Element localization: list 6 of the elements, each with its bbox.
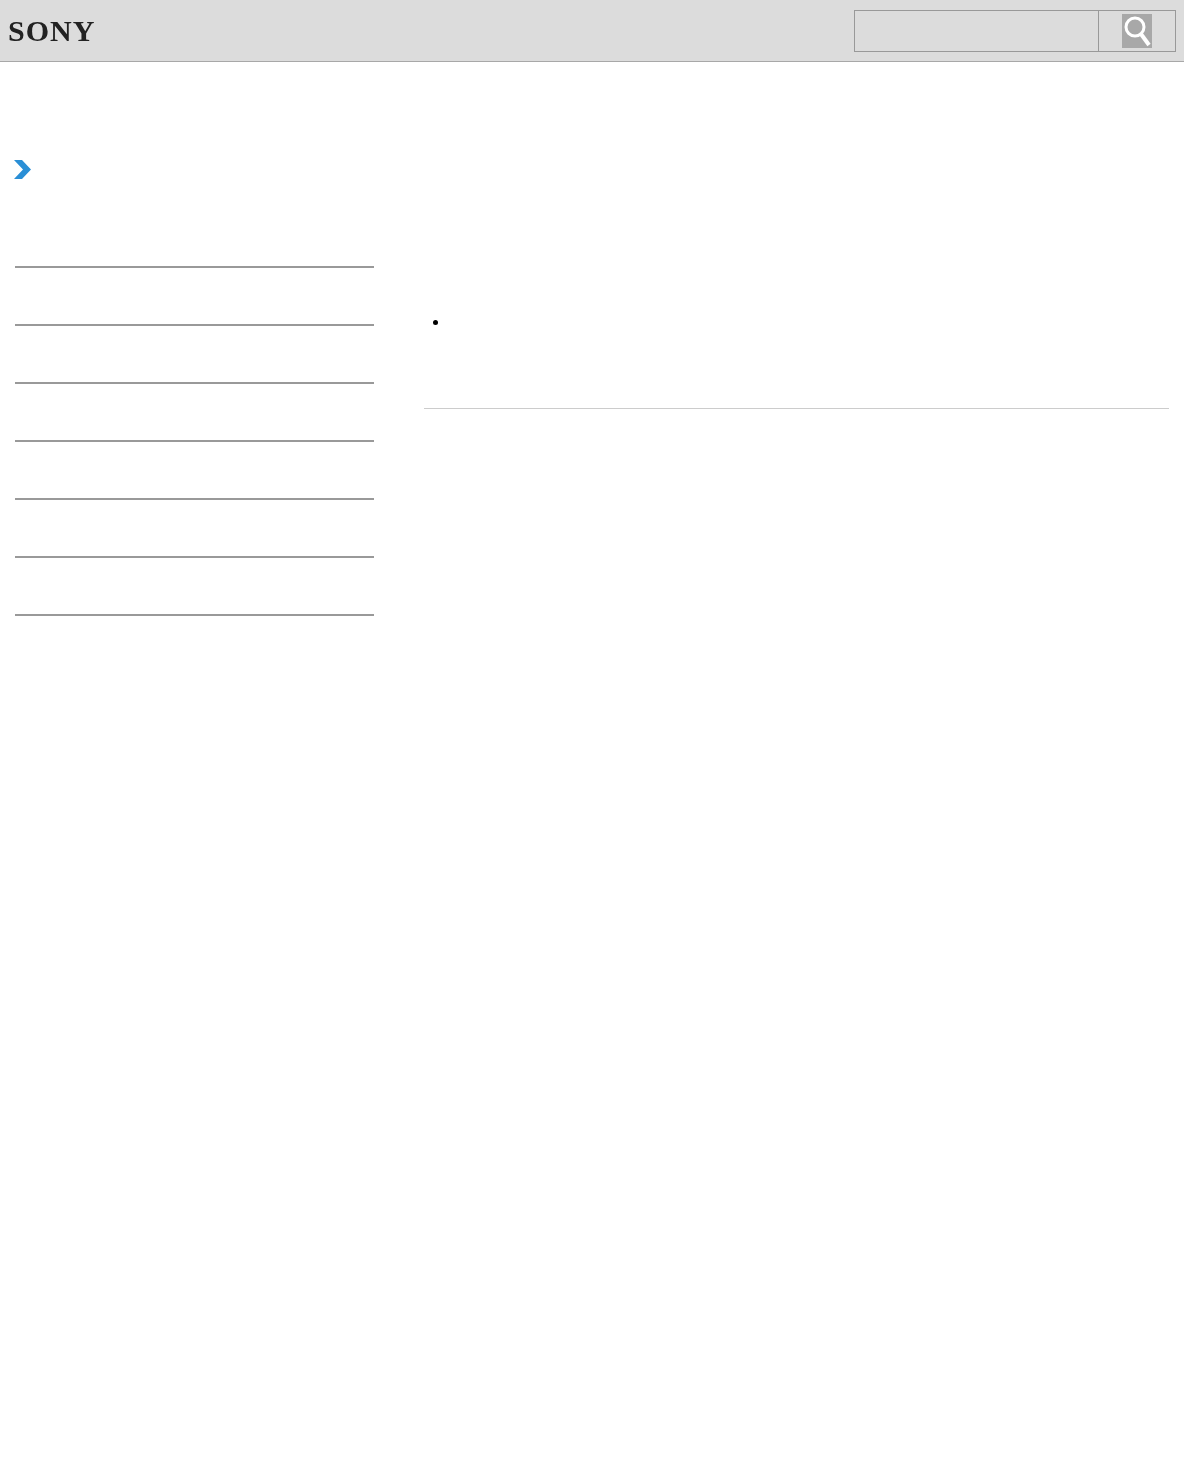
search-field[interactable] [854,9,1099,52]
search-icon [1122,13,1152,48]
bullet-icon [433,320,438,325]
chevron-icon [14,160,31,179]
search-button[interactable] [1099,9,1176,52]
logo: SONY [8,13,96,48]
